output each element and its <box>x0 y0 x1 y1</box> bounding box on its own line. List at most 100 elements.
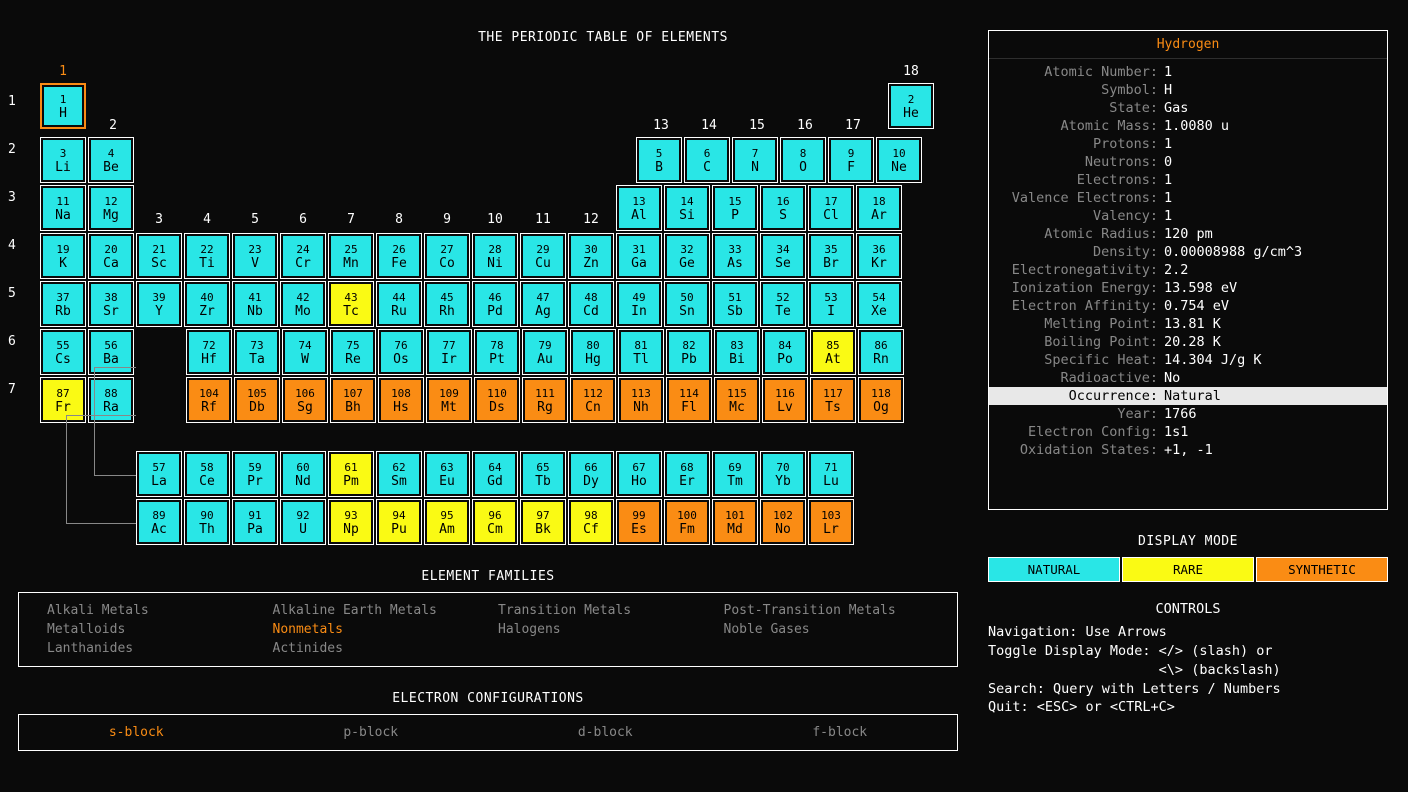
element-Se[interactable]: 34Se <box>760 233 806 279</box>
element-As[interactable]: 33As <box>712 233 758 279</box>
element-Zn[interactable]: 30Zn <box>568 233 614 279</box>
element-Po[interactable]: 84Po <box>762 329 808 375</box>
element-Al[interactable]: 13Al <box>616 185 662 231</box>
element-Bi[interactable]: 83Bi <box>714 329 760 375</box>
element-Sc[interactable]: 21Sc <box>136 233 182 279</box>
family-item[interactable]: Post-Transition Metals <box>724 603 930 618</box>
element-Mo[interactable]: 42Mo <box>280 281 326 327</box>
element-Cu[interactable]: 29Cu <box>520 233 566 279</box>
element-Hf[interactable]: 72Hf <box>186 329 232 375</box>
element-Pb[interactable]: 82Pb <box>666 329 712 375</box>
element-He[interactable]: 2He <box>888 83 934 129</box>
element-Mt[interactable]: 109Mt <box>426 377 472 423</box>
element-Tb[interactable]: 65Tb <box>520 451 566 497</box>
block-item[interactable]: s-block <box>109 725 164 740</box>
element-Ru[interactable]: 44Ru <box>376 281 422 327</box>
element-Si[interactable]: 14Si <box>664 185 710 231</box>
element-Fr[interactable]: 87Fr <box>40 377 86 423</box>
element-Hg[interactable]: 80Hg <box>570 329 616 375</box>
element-Ho[interactable]: 67Ho <box>616 451 662 497</box>
element-Ce[interactable]: 58Ce <box>184 451 230 497</box>
element-Pa[interactable]: 91Pa <box>232 499 278 545</box>
element-Co[interactable]: 27Co <box>424 233 470 279</box>
element-Nb[interactable]: 41Nb <box>232 281 278 327</box>
family-item[interactable]: Alkaline Earth Metals <box>273 603 479 618</box>
element-Np[interactable]: 93Np <box>328 499 374 545</box>
element-K[interactable]: 19K <box>40 233 86 279</box>
element-Pd[interactable]: 46Pd <box>472 281 518 327</box>
element-Zr[interactable]: 40Zr <box>184 281 230 327</box>
element-Rf[interactable]: 104Rf <box>186 377 232 423</box>
element-Ge[interactable]: 32Ge <box>664 233 710 279</box>
element-Cs[interactable]: 55Cs <box>40 329 86 375</box>
element-Mc[interactable]: 115Mc <box>714 377 760 423</box>
element-B[interactable]: 5B <box>636 137 682 183</box>
element-Rn[interactable]: 86Rn <box>858 329 904 375</box>
element-At[interactable]: 85At <box>810 329 856 375</box>
element-Es[interactable]: 99Es <box>616 499 662 545</box>
element-C[interactable]: 6C <box>684 137 730 183</box>
element-Fe[interactable]: 26Fe <box>376 233 422 279</box>
element-H[interactable]: 1H <box>40 83 86 129</box>
element-No[interactable]: 102No <box>760 499 806 545</box>
element-Ca[interactable]: 20Ca <box>88 233 134 279</box>
element-Ar[interactable]: 18Ar <box>856 185 902 231</box>
family-item[interactable]: Alkali Metals <box>47 603 253 618</box>
element-Fm[interactable]: 100Fm <box>664 499 710 545</box>
element-Am[interactable]: 95Am <box>424 499 470 545</box>
element-Sg[interactable]: 106Sg <box>282 377 328 423</box>
element-Ti[interactable]: 22Ti <box>184 233 230 279</box>
element-Rg[interactable]: 111Rg <box>522 377 568 423</box>
element-U[interactable]: 92U <box>280 499 326 545</box>
element-Pt[interactable]: 78Pt <box>474 329 520 375</box>
element-Og[interactable]: 118Og <box>858 377 904 423</box>
element-Lr[interactable]: 103Lr <box>808 499 854 545</box>
block-item[interactable]: p-block <box>343 725 398 740</box>
element-Mn[interactable]: 25Mn <box>328 233 374 279</box>
element-Rb[interactable]: 37Rb <box>40 281 86 327</box>
family-item[interactable]: Metalloids <box>47 622 253 637</box>
element-Pu[interactable]: 94Pu <box>376 499 422 545</box>
element-Te[interactable]: 52Te <box>760 281 806 327</box>
element-Kr[interactable]: 36Kr <box>856 233 902 279</box>
element-Nh[interactable]: 113Nh <box>618 377 664 423</box>
block-item[interactable]: f-block <box>812 725 867 740</box>
element-Pm[interactable]: 61Pm <box>328 451 374 497</box>
element-Ac[interactable]: 89Ac <box>136 499 182 545</box>
element-Bk[interactable]: 97Bk <box>520 499 566 545</box>
mode-natural[interactable]: NATURAL <box>988 557 1120 582</box>
element-Li[interactable]: 3Li <box>40 137 86 183</box>
element-Xe[interactable]: 54Xe <box>856 281 902 327</box>
element-Tc[interactable]: 43Tc <box>328 281 374 327</box>
element-Ds[interactable]: 110Ds <box>474 377 520 423</box>
element-Ni[interactable]: 28Ni <box>472 233 518 279</box>
element-Cr[interactable]: 24Cr <box>280 233 326 279</box>
element-Er[interactable]: 68Er <box>664 451 710 497</box>
element-Db[interactable]: 105Db <box>234 377 280 423</box>
family-item[interactable]: Halogens <box>498 622 704 637</box>
block-item[interactable]: d-block <box>578 725 633 740</box>
element-Fl[interactable]: 114Fl <box>666 377 712 423</box>
element-F[interactable]: 9F <box>828 137 874 183</box>
element-Tl[interactable]: 81Tl <box>618 329 664 375</box>
element-Yb[interactable]: 70Yb <box>760 451 806 497</box>
element-Gd[interactable]: 64Gd <box>472 451 518 497</box>
element-Th[interactable]: 90Th <box>184 499 230 545</box>
element-O[interactable]: 8O <box>780 137 826 183</box>
element-Ta[interactable]: 73Ta <box>234 329 280 375</box>
element-Nd[interactable]: 60Nd <box>280 451 326 497</box>
element-Ts[interactable]: 117Ts <box>810 377 856 423</box>
element-V[interactable]: 23V <box>232 233 278 279</box>
element-Eu[interactable]: 63Eu <box>424 451 470 497</box>
element-Y[interactable]: 39Y <box>136 281 182 327</box>
element-Lv[interactable]: 116Lv <box>762 377 808 423</box>
element-Br[interactable]: 35Br <box>808 233 854 279</box>
element-Sr[interactable]: 38Sr <box>88 281 134 327</box>
element-P[interactable]: 15P <box>712 185 758 231</box>
element-Cf[interactable]: 98Cf <box>568 499 614 545</box>
element-Dy[interactable]: 66Dy <box>568 451 614 497</box>
element-Bh[interactable]: 107Bh <box>330 377 376 423</box>
element-Ne[interactable]: 10Ne <box>876 137 922 183</box>
element-Sn[interactable]: 50Sn <box>664 281 710 327</box>
element-N[interactable]: 7N <box>732 137 778 183</box>
